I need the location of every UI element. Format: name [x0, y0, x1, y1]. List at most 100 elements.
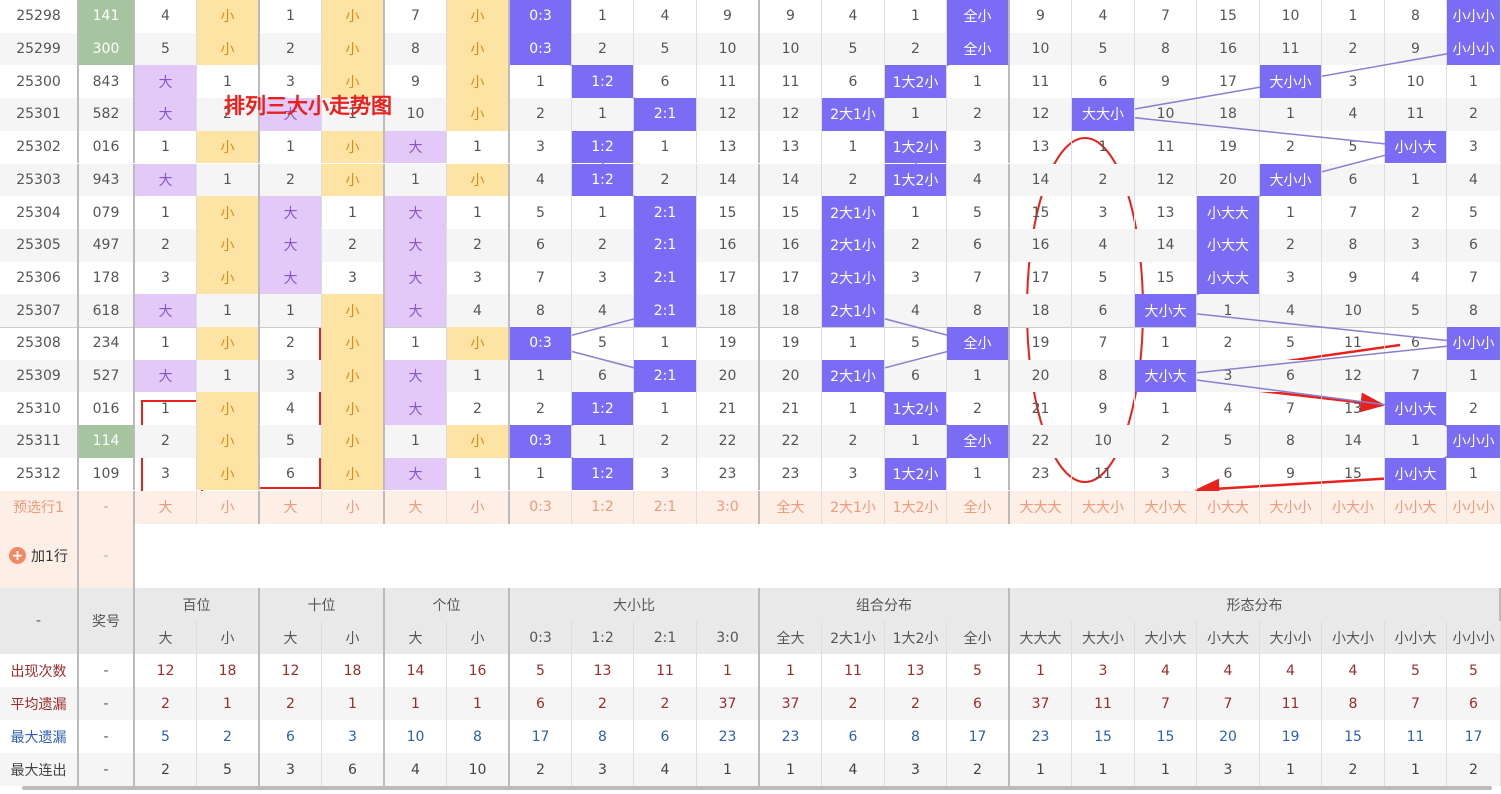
- omission-cell: 3: [1385, 228, 1447, 262]
- preselect-option[interactable]: 大小小: [1260, 490, 1322, 524]
- omission-cell: 1: [947, 65, 1010, 99]
- omission-cell: 16: [1197, 32, 1260, 66]
- preselect-option[interactable]: 小小大: [1385, 490, 1447, 524]
- stat-value: 1: [760, 753, 822, 786]
- stat-value: 8: [1322, 687, 1385, 720]
- stat-value: 1: [760, 654, 822, 687]
- stat-value: 12: [260, 654, 322, 687]
- preselect-option[interactable]: 1大2小: [885, 490, 947, 524]
- omission-cell: 2: [634, 425, 697, 458]
- omission-cell: 5: [1072, 32, 1135, 66]
- hit-cell: 小小小: [1447, 327, 1501, 360]
- omission-cell: 6: [885, 359, 947, 393]
- period-cell: 25301: [0, 98, 79, 131]
- omission-cell: 19: [697, 327, 760, 360]
- hit-cell: 大: [385, 359, 447, 393]
- omission-cell: 1: [385, 327, 447, 360]
- omission-cell: 2: [1385, 196, 1447, 229]
- omission-cell: 7: [1260, 392, 1322, 426]
- omission-cell: 6: [634, 65, 697, 99]
- period-cell: 25311: [0, 425, 79, 458]
- header-sub: 0:3: [510, 621, 572, 654]
- omission-cell: 10: [1072, 425, 1135, 458]
- stat-value: 23: [697, 720, 760, 753]
- omission-cell: 16: [760, 228, 822, 262]
- omission-cell: 5: [1322, 130, 1385, 164]
- preselect-row-label[interactable]: 预选行1: [0, 490, 79, 524]
- preselect-option[interactable]: 1:2: [572, 490, 634, 524]
- omission-cell: 2: [1135, 425, 1197, 458]
- preselect-option[interactable]: 小: [197, 490, 260, 524]
- hit-cell: 小: [197, 425, 260, 458]
- header-sub: 大: [135, 621, 197, 654]
- omission-cell: 9: [697, 0, 760, 33]
- preselect-option[interactable]: 大小大: [1135, 490, 1197, 524]
- stat-value: 1: [447, 687, 510, 720]
- stat-value: 2: [885, 687, 947, 720]
- preselect-option[interactable]: 大: [260, 490, 322, 524]
- hit-cell: 小: [322, 425, 385, 458]
- omission-cell: 20: [1197, 163, 1260, 197]
- omission-cell: 4: [1197, 392, 1260, 426]
- omission-cell: 21: [760, 392, 822, 426]
- stat-value: 15: [1072, 720, 1135, 753]
- hit-cell: 全小: [947, 327, 1010, 360]
- horizontal-scrollbar[interactable]: [22, 786, 1492, 790]
- hit-cell: 大: [135, 98, 197, 131]
- preselect-option[interactable]: 大大大: [1010, 490, 1072, 524]
- omission-cell: 11: [1072, 457, 1135, 491]
- omission-cell: 1: [510, 457, 572, 491]
- preselect-option[interactable]: 大大小: [1072, 490, 1135, 524]
- omission-cell: 1: [947, 457, 1010, 491]
- omission-cell: 7: [385, 0, 447, 33]
- preselect-number: -: [79, 490, 135, 524]
- hit-cell: 2:1: [634, 261, 697, 295]
- omission-cell: 1: [135, 392, 197, 426]
- preselect-option[interactable]: 大: [385, 490, 447, 524]
- preselect-option[interactable]: 小小小: [1447, 490, 1501, 524]
- hit-cell: 2大1小: [822, 98, 885, 131]
- omission-cell: 2: [260, 327, 322, 360]
- hit-cell: 小大大: [1197, 228, 1260, 262]
- preselect-option[interactable]: 2大1小: [822, 490, 885, 524]
- omission-cell: 1: [572, 196, 634, 229]
- omission-cell: 12: [1010, 98, 1072, 131]
- hit-cell: 小: [197, 261, 260, 295]
- omission-cell: 3: [1197, 359, 1260, 393]
- preselect-option[interactable]: 0:3: [510, 490, 572, 524]
- omission-cell: 4: [572, 294, 634, 327]
- preselect-option[interactable]: 小: [447, 490, 510, 524]
- preselect-option[interactable]: 3:0: [697, 490, 760, 524]
- omission-cell: 3: [885, 261, 947, 295]
- stat-value: 3: [885, 753, 947, 786]
- omission-cell: 1: [260, 0, 322, 33]
- omission-cell: 4: [1385, 261, 1447, 295]
- hit-cell: 小: [197, 196, 260, 229]
- stat-value: 2: [1447, 753, 1501, 786]
- hit-cell: 大: [260, 196, 322, 229]
- stat-value: 13: [885, 654, 947, 687]
- add-row-button[interactable]: + 加1行: [0, 523, 79, 588]
- header-sub: 大小大: [1135, 621, 1197, 654]
- preselect-option[interactable]: 全小: [947, 490, 1010, 524]
- omission-cell: 22: [697, 425, 760, 458]
- omission-cell: 11: [1322, 327, 1385, 360]
- omission-cell: 9: [1385, 32, 1447, 66]
- omission-cell: 10: [1135, 98, 1197, 131]
- preselect-option[interactable]: 2:1: [634, 490, 697, 524]
- omission-cell: 20: [697, 359, 760, 393]
- omission-cell: 7: [1447, 261, 1501, 295]
- omission-cell: 22: [760, 425, 822, 458]
- preselect-option[interactable]: 小大大: [1197, 490, 1260, 524]
- preselect-option[interactable]: 全大: [760, 490, 822, 524]
- stat-number: -: [79, 720, 135, 753]
- preselect-option[interactable]: 小: [322, 490, 385, 524]
- preselect-option[interactable]: 小大小: [1322, 490, 1385, 524]
- stat-value: 5: [947, 654, 1010, 687]
- omission-cell: 1: [634, 392, 697, 426]
- hit-cell: 大: [385, 457, 447, 491]
- preselect-option[interactable]: 大: [135, 490, 197, 524]
- stat-value: 1: [1260, 753, 1322, 786]
- omission-cell: 1: [1197, 294, 1260, 327]
- stat-value: 10: [385, 720, 447, 753]
